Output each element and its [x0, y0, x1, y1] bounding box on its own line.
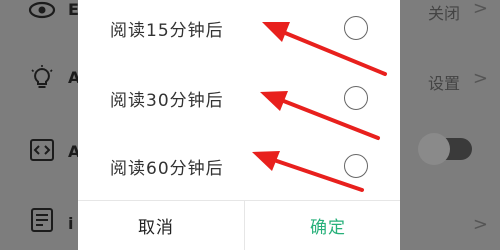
option-15-minutes[interactable]: 阅读15分钟后 — [78, 0, 400, 58]
option-60-minutes[interactable]: 阅读60分钟后 — [78, 136, 400, 196]
code-icon — [28, 136, 56, 164]
settings-row-value-2: 设置 — [427, 74, 460, 93]
radio-button[interactable] — [344, 154, 368, 178]
option-label: 阅读15分钟后 — [110, 21, 224, 41]
option-label: 阅读60分钟后 — [110, 159, 224, 179]
auto-close-dialog: 阅读15分钟后 阅读30分钟后 阅读60分钟后 取消 确定 — [78, 0, 400, 250]
eye-icon — [28, 0, 56, 24]
option-30-minutes[interactable]: 阅读30分钟后 — [78, 68, 400, 128]
radio-button[interactable] — [344, 16, 368, 40]
footer-divider — [244, 201, 245, 250]
settings-row-value-1: 关闭 — [427, 4, 460, 23]
chevron-right-icon: > — [472, 68, 488, 89]
toggle-switch[interactable] — [418, 133, 472, 165]
dialog-footer: 取消 确定 — [78, 200, 400, 250]
lightbulb-icon — [28, 64, 56, 92]
document-icon — [28, 206, 56, 234]
confirm-button[interactable]: 确定 — [310, 213, 346, 238]
option-label: 阅读30分钟后 — [110, 91, 224, 111]
chevron-right-icon: > — [472, 214, 488, 235]
cancel-button[interactable]: 取消 — [138, 213, 174, 238]
chevron-right-icon: > — [472, 0, 488, 19]
radio-button[interactable] — [344, 86, 368, 110]
